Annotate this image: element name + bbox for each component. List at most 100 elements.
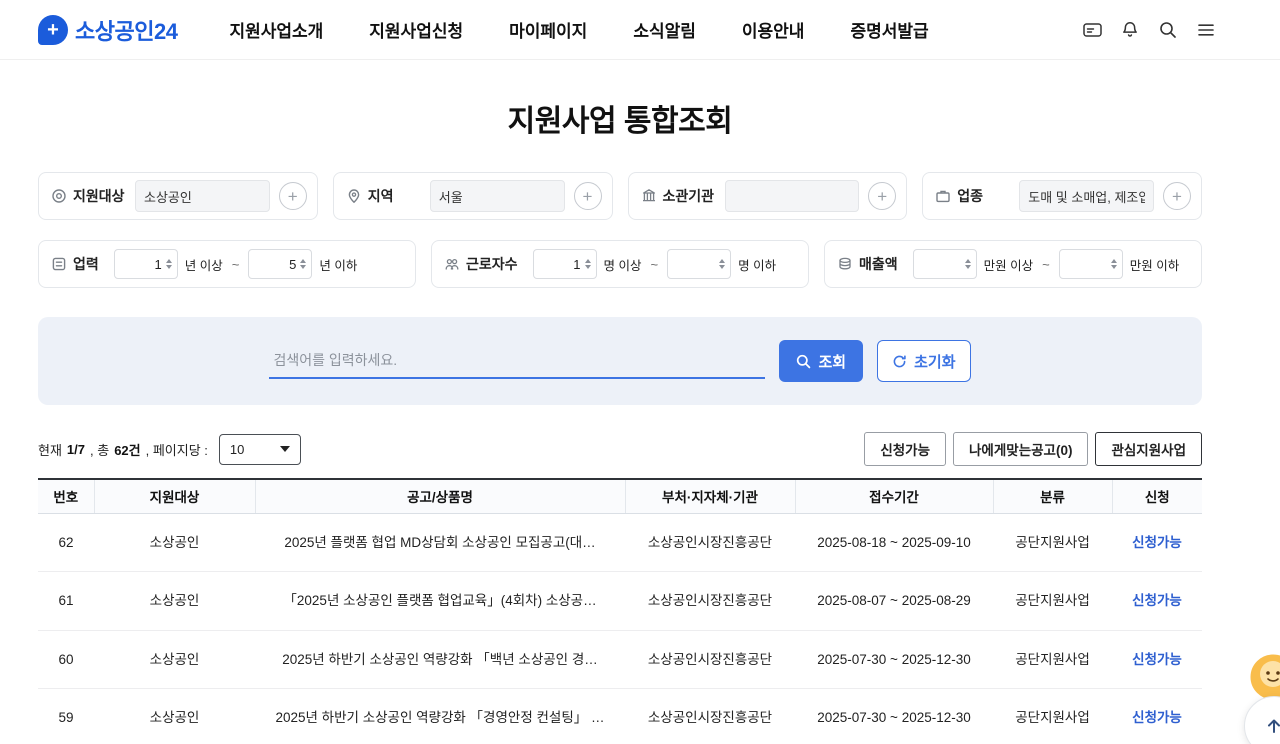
per-page-select[interactable]: 10 — [218, 433, 301, 465]
stepper-icon[interactable] — [1110, 259, 1117, 269]
table-row[interactable]: 59 소상공인 2025년 하반기 소상공인 역량강화 「경영안정 컨설팅」 …… — [38, 688, 1202, 744]
search-icon[interactable] — [1156, 18, 1180, 42]
years-max-unit: 년 이하 — [319, 258, 358, 273]
employees-min-box — [532, 249, 597, 279]
location-pin-icon — [348, 189, 360, 204]
matched-notices-button[interactable]: 나에게맞는공고(0) — [953, 432, 1089, 466]
cell-org: 소상공인시장진흥공단 — [625, 571, 795, 631]
stepper-icon[interactable] — [165, 259, 172, 269]
chevron-down-icon — [279, 446, 290, 452]
cell-title[interactable]: 「2025년 소상공인 플랫폼 협업교육」(4회차) 소상공… — [255, 571, 625, 631]
summary-per-page-label: , 페이지당 : — [145, 442, 208, 458]
stepper-icon[interactable] — [964, 259, 971, 269]
workers-icon — [445, 258, 459, 270]
refresh-icon — [893, 355, 906, 367]
revenue-max-input[interactable] — [1065, 256, 1107, 272]
apply-link[interactable]: 신청가능 — [1132, 652, 1182, 667]
apply-link[interactable]: 신청가능 — [1132, 535, 1182, 550]
years-label: 업력 — [51, 254, 99, 274]
stepper-icon[interactable] — [719, 259, 726, 269]
stepper-icon[interactable] — [300, 259, 307, 269]
cell-no: 61 — [38, 571, 94, 631]
favorite-programs-button[interactable]: 관심지원사업 — [1095, 432, 1202, 466]
results-table: 번호 지원대상 공고/상품명 부처·지자체·기관 접수기간 분류 신청 62 소… — [38, 478, 1202, 744]
nav-item-news[interactable]: 소식알림 — [633, 17, 696, 42]
search-submit-button[interactable]: 조회 — [779, 340, 864, 382]
add-support-target-button[interactable] — [278, 182, 307, 210]
employees-min-input[interactable] — [539, 256, 581, 272]
briefcase-icon — [936, 190, 950, 203]
per-page-value: 10 — [229, 441, 245, 457]
years-max-input[interactable] — [255, 256, 297, 272]
stepper-icon[interactable] — [584, 259, 591, 269]
cell-org: 소상공인시장진흥공단 — [625, 688, 795, 744]
filter-industry-label: 업종 — [935, 186, 1019, 206]
cell-target: 소상공인 — [94, 630, 255, 690]
logo[interactable]: + 소상공인24 — [38, 14, 178, 46]
filter-applicable-button[interactable]: 신청가능 — [864, 432, 947, 466]
cell-no: 60 — [38, 630, 94, 690]
table-row[interactable]: 60 소상공인 2025년 하반기 소상공인 역량강화 「백년 소상공인 경… … — [38, 630, 1202, 690]
search-icon — [797, 354, 811, 368]
filter-row-1: 지원대상 지역 소관기관 업종 — [38, 172, 1202, 220]
employees-max-input[interactable] — [674, 256, 716, 272]
notification-bell-icon[interactable] — [1118, 18, 1142, 42]
cell-org: 소상공인시장진흥공단 — [625, 513, 795, 573]
cell-no: 59 — [38, 688, 94, 744]
years-max-box — [248, 249, 313, 279]
range-tilde: ~ — [650, 256, 659, 272]
certificate-icon[interactable] — [1080, 18, 1104, 42]
keyword-search-input[interactable] — [269, 343, 766, 379]
total-count: 62건 — [114, 442, 141, 458]
apply-link[interactable]: 신청가능 — [1132, 593, 1182, 608]
cell-title[interactable]: 2025년 하반기 소상공인 역량강화 「백년 소상공인 경… — [255, 630, 625, 690]
nav-item-support-apply[interactable]: 지원사업신청 — [369, 17, 463, 42]
cell-org: 소상공인시장진흥공단 — [625, 630, 795, 690]
nav-item-mypage[interactable]: 마이페이지 — [509, 17, 587, 42]
arrow-up-icon — [1268, 719, 1280, 733]
add-agency-button[interactable] — [868, 182, 897, 210]
table-row[interactable]: 62 소상공인 2025년 플랫폼 협업 MD상담회 소상공인 모집공고(대… … — [38, 513, 1202, 573]
col-header-apply: 신청 — [1111, 479, 1202, 514]
reset-label: 초기화 — [914, 353, 956, 371]
page-indicator: 1/7 — [66, 441, 85, 457]
years-min-box — [113, 249, 178, 279]
coins-icon — [839, 257, 851, 270]
employees-min-unit: 명 이상 — [603, 258, 642, 273]
revenue-min-box — [912, 249, 977, 279]
revenue-min-input[interactable] — [919, 256, 961, 272]
filter-industry: 업종 — [922, 172, 1202, 220]
table-header-row: 번호 지원대상 공고/상품명 부처·지자체·기관 접수기간 분류 신청 — [38, 479, 1202, 514]
filter-support-target-label: 지원대상 — [51, 186, 135, 206]
nav-item-guide[interactable]: 이용안내 — [742, 17, 805, 42]
add-region-button[interactable] — [573, 182, 602, 210]
nav-item-support-intro[interactable]: 지원사업소개 — [229, 17, 323, 42]
revenue-max-box — [1058, 249, 1123, 279]
filter-revenue: 매출액 만원 이상 ~ 만원 이하 — [824, 240, 1202, 288]
industry-input[interactable] — [1019, 180, 1154, 212]
add-industry-button[interactable] — [1163, 182, 1191, 210]
cell-title[interactable]: 2025년 플랫폼 협업 MD상담회 소상공인 모집공고(대… — [255, 513, 625, 573]
apply-link[interactable]: 신청가능 — [1132, 710, 1182, 725]
filter-row-2: 업력 년 이상 ~ 년 이하 근로자수 명 이상 ~ 명 이하 — [38, 240, 1202, 288]
revenue-max-unit: 만원 이하 — [1129, 258, 1180, 273]
filter-label-text: 업종 — [957, 188, 984, 204]
mascot-icon — [1248, 652, 1280, 702]
filter-label-text: 업력 — [73, 256, 99, 272]
search-submit-label: 조회 — [818, 353, 847, 371]
support-target-input[interactable] — [135, 180, 270, 212]
agency-input[interactable] — [724, 180, 860, 212]
years-min-input[interactable] — [120, 256, 162, 272]
scroll-top-button[interactable] — [1244, 696, 1280, 744]
nav-item-certificates[interactable]: 증명서발급 — [850, 17, 928, 42]
reset-button[interactable]: 초기화 — [877, 340, 971, 382]
region-input[interactable] — [429, 180, 565, 212]
menu-icon[interactable] — [1194, 18, 1218, 42]
filter-label-text: 지원대상 — [73, 188, 125, 204]
table-row[interactable]: 61 소상공인 「2025년 소상공인 플랫폼 협업교육」(4회차) 소상공… … — [38, 571, 1202, 631]
mascot-badge[interactable] — [1248, 652, 1280, 702]
years-min-unit: 년 이상 — [184, 258, 223, 273]
employees-max-box — [667, 249, 732, 279]
cell-category: 공단지원사업 — [993, 513, 1112, 573]
cell-title[interactable]: 2025년 하반기 소상공인 역량강화 「경영안정 컨설팅」 … — [255, 688, 625, 744]
